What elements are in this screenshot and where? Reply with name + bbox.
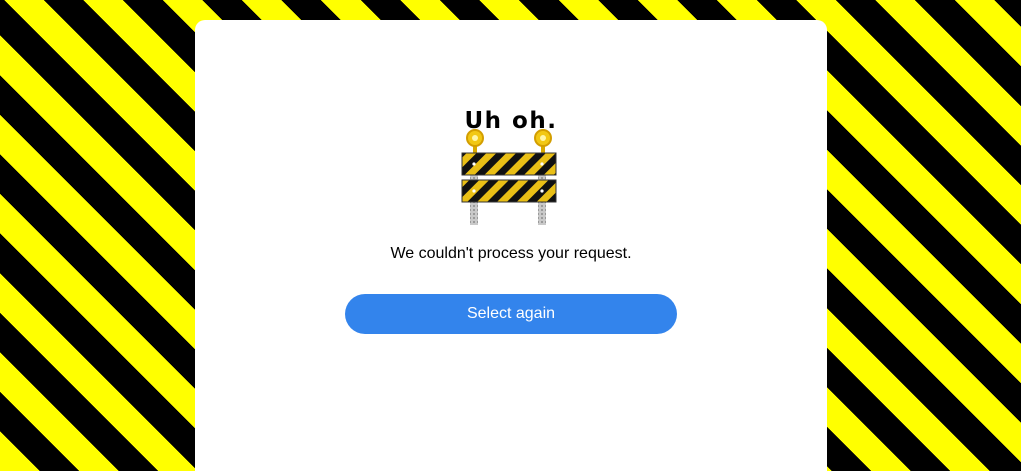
road-barrier-icon [461,129,557,225]
error-message: We couldn't process your request. [390,245,632,262]
select-again-button[interactable]: Select again [345,294,677,334]
error-card: Uh oh. We couldn't process your request.… [195,20,827,471]
